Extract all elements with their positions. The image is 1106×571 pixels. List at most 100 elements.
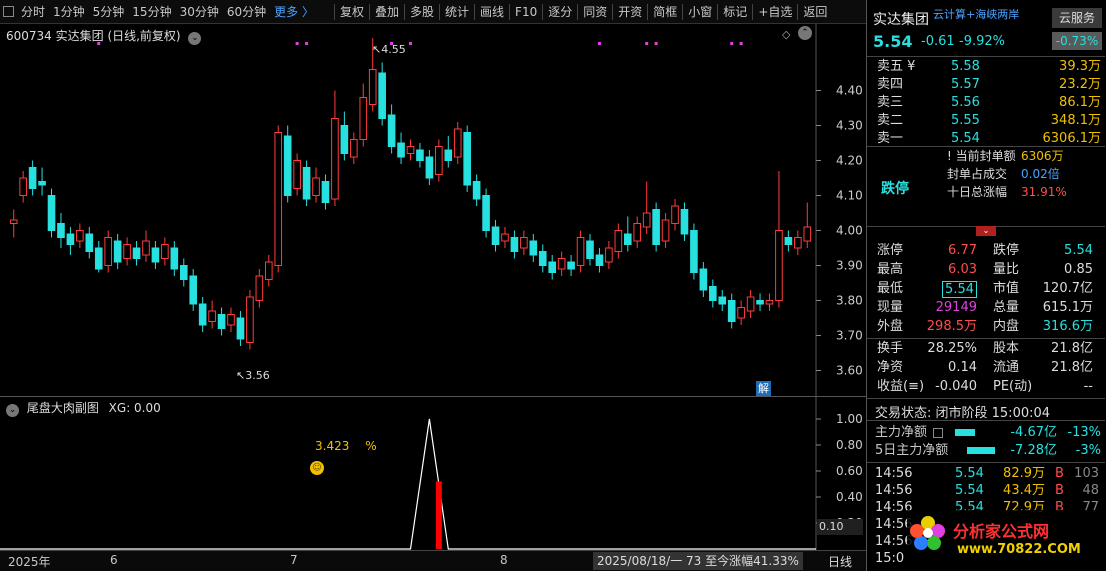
candle (633, 216, 642, 248)
candle (538, 244, 547, 273)
candle (472, 174, 481, 206)
ask-price: 5.55 (951, 113, 980, 128)
tool-button[interactable]: 小窗 (684, 0, 716, 24)
tool-button[interactable]: 叠加 (371, 0, 403, 24)
diamond-icon[interactable]: ◇ (782, 28, 790, 41)
stat-row: 涨停 6.77 跌停 5.54 (867, 242, 1105, 260)
chevron-down-icon[interactable]: ⌄ (6, 404, 19, 417)
seal-value: 31.91% (1021, 185, 1067, 199)
candle (784, 230, 793, 252)
candle (255, 269, 264, 308)
period-tab[interactable]: 1分钟 (49, 0, 89, 24)
collapse-icon[interactable]: ⌄ (976, 226, 996, 236)
tool-button[interactable]: 标记 (719, 0, 751, 24)
tool-button[interactable]: +自选 (754, 0, 796, 24)
candle-body (368, 69, 377, 105)
stat-value: 6.77 (948, 243, 977, 258)
period-tab[interactable]: 60分钟 (223, 0, 270, 24)
tick-time: 14:56 (875, 483, 913, 498)
ask-row[interactable]: 卖三 5.56 86.1万 (867, 94, 1105, 112)
ask-row[interactable]: 卖四 5.57 23.2万 (867, 76, 1105, 94)
tool-button[interactable]: 开资 (614, 0, 646, 24)
candle-body (435, 146, 443, 175)
tool-button[interactable]: 复权 (336, 0, 368, 24)
indicator-title: ⌄ 尾盘大肉副图 XG: 0.00 (6, 399, 161, 417)
indicator-svg: 1.000.800.600.400.20 (0, 397, 863, 551)
jie-badge[interactable]: 解 (756, 381, 771, 396)
candle-body (179, 265, 188, 280)
candle (198, 297, 207, 332)
seal-row: 十日总涨幅 31.91% (867, 183, 1105, 201)
more-button[interactable]: 更多 〉 (270, 0, 318, 24)
candle-body (482, 195, 490, 231)
period-tab[interactable]: 5分钟 (89, 0, 129, 24)
divider (612, 3, 614, 20)
candle-body (161, 244, 169, 259)
main-flow5-label: 5日主力净额 (875, 443, 949, 458)
candle (680, 202, 689, 241)
divider (647, 3, 649, 20)
kline-chart[interactable]: 4.40 4.30 4.20 4.10 4.00 3.90 3.80 3.70 3.60 600… (0, 24, 866, 396)
list-icon[interactable] (933, 428, 943, 438)
chevron-down-icon[interactable]: ⌄ (188, 32, 202, 45)
y-tick-label: 3.80 (836, 294, 863, 308)
tool-button[interactable]: 画线 (476, 0, 508, 24)
candle-body (76, 230, 84, 242)
period-label[interactable]: 日线 (828, 553, 852, 570)
candle-body (784, 237, 793, 245)
candle-body (274, 132, 283, 266)
candle (425, 150, 434, 185)
candle-body (47, 195, 56, 231)
tool-button[interactable]: F10 (511, 0, 541, 24)
event-dot (295, 42, 299, 45)
stat-label: 最高 (877, 262, 904, 277)
candle-body (775, 230, 783, 301)
period-tab[interactable]: 分时 (17, 0, 49, 24)
tick-row: 14:56 5.54 82.9万 B 103 (867, 465, 1105, 483)
stock-tags[interactable]: 云计算+海峡两岸 (933, 6, 1019, 22)
candle-body (510, 237, 519, 252)
indicator-bar (435, 481, 442, 549)
period-tab[interactable]: 15分钟 (128, 0, 175, 24)
tool-button[interactable]: 同资 (579, 0, 611, 24)
candle (708, 279, 717, 308)
candle-body (491, 226, 500, 245)
candle (208, 300, 216, 329)
candle (179, 258, 188, 287)
candle (444, 136, 453, 168)
y-tick-label: 3.70 (836, 329, 863, 343)
tool-button[interactable]: 多股 (406, 0, 438, 24)
indicator-subchart[interactable]: 1.000.800.600.400.20 ⌄ 尾盘大肉副图 XG: 0.00 3… (0, 396, 866, 551)
candle (264, 255, 273, 287)
y-tick-label: 4.00 (836, 224, 863, 238)
ask-volume: 39.3万 (1059, 59, 1101, 74)
candle-body (595, 254, 604, 266)
back-button[interactable]: 返回 (799, 0, 831, 24)
candle-body (302, 167, 311, 200)
candle (548, 255, 557, 280)
candle (765, 293, 774, 311)
candle (690, 223, 698, 280)
candle-body (293, 160, 301, 189)
checkbox-icon[interactable] (3, 6, 14, 17)
low-price-value: 3.56 (245, 369, 270, 382)
ask-label: 卖五 ¥ (877, 59, 916, 74)
period-tab[interactable]: 30分钟 (176, 0, 223, 24)
ask-row[interactable]: 卖五 ¥ 5.58 39.3万 (867, 58, 1105, 76)
candle-body (19, 177, 27, 196)
chevron-up-icon[interactable]: ⌃ (798, 26, 812, 40)
candle (246, 290, 254, 350)
divider (682, 3, 684, 20)
tool-button[interactable]: 逐分 (544, 0, 576, 24)
cloud-service-button[interactable]: 云服务 (1052, 8, 1102, 28)
y-tick-label: 4.20 (836, 154, 863, 168)
ask-row[interactable]: 卖二 5.55 348.1万 (867, 112, 1105, 130)
tool-button[interactable]: 简框 (649, 0, 681, 24)
price-change-pct: -9.92% (959, 34, 1005, 49)
watermark-url: www.70822.COM (957, 542, 1081, 557)
candle-body (255, 275, 264, 301)
tool-button[interactable]: 统计 (441, 0, 473, 24)
candle-body (264, 261, 273, 280)
stat-row: 外盘 298.5万 内盘 316.6万 (867, 318, 1105, 336)
candle-body (708, 286, 717, 301)
